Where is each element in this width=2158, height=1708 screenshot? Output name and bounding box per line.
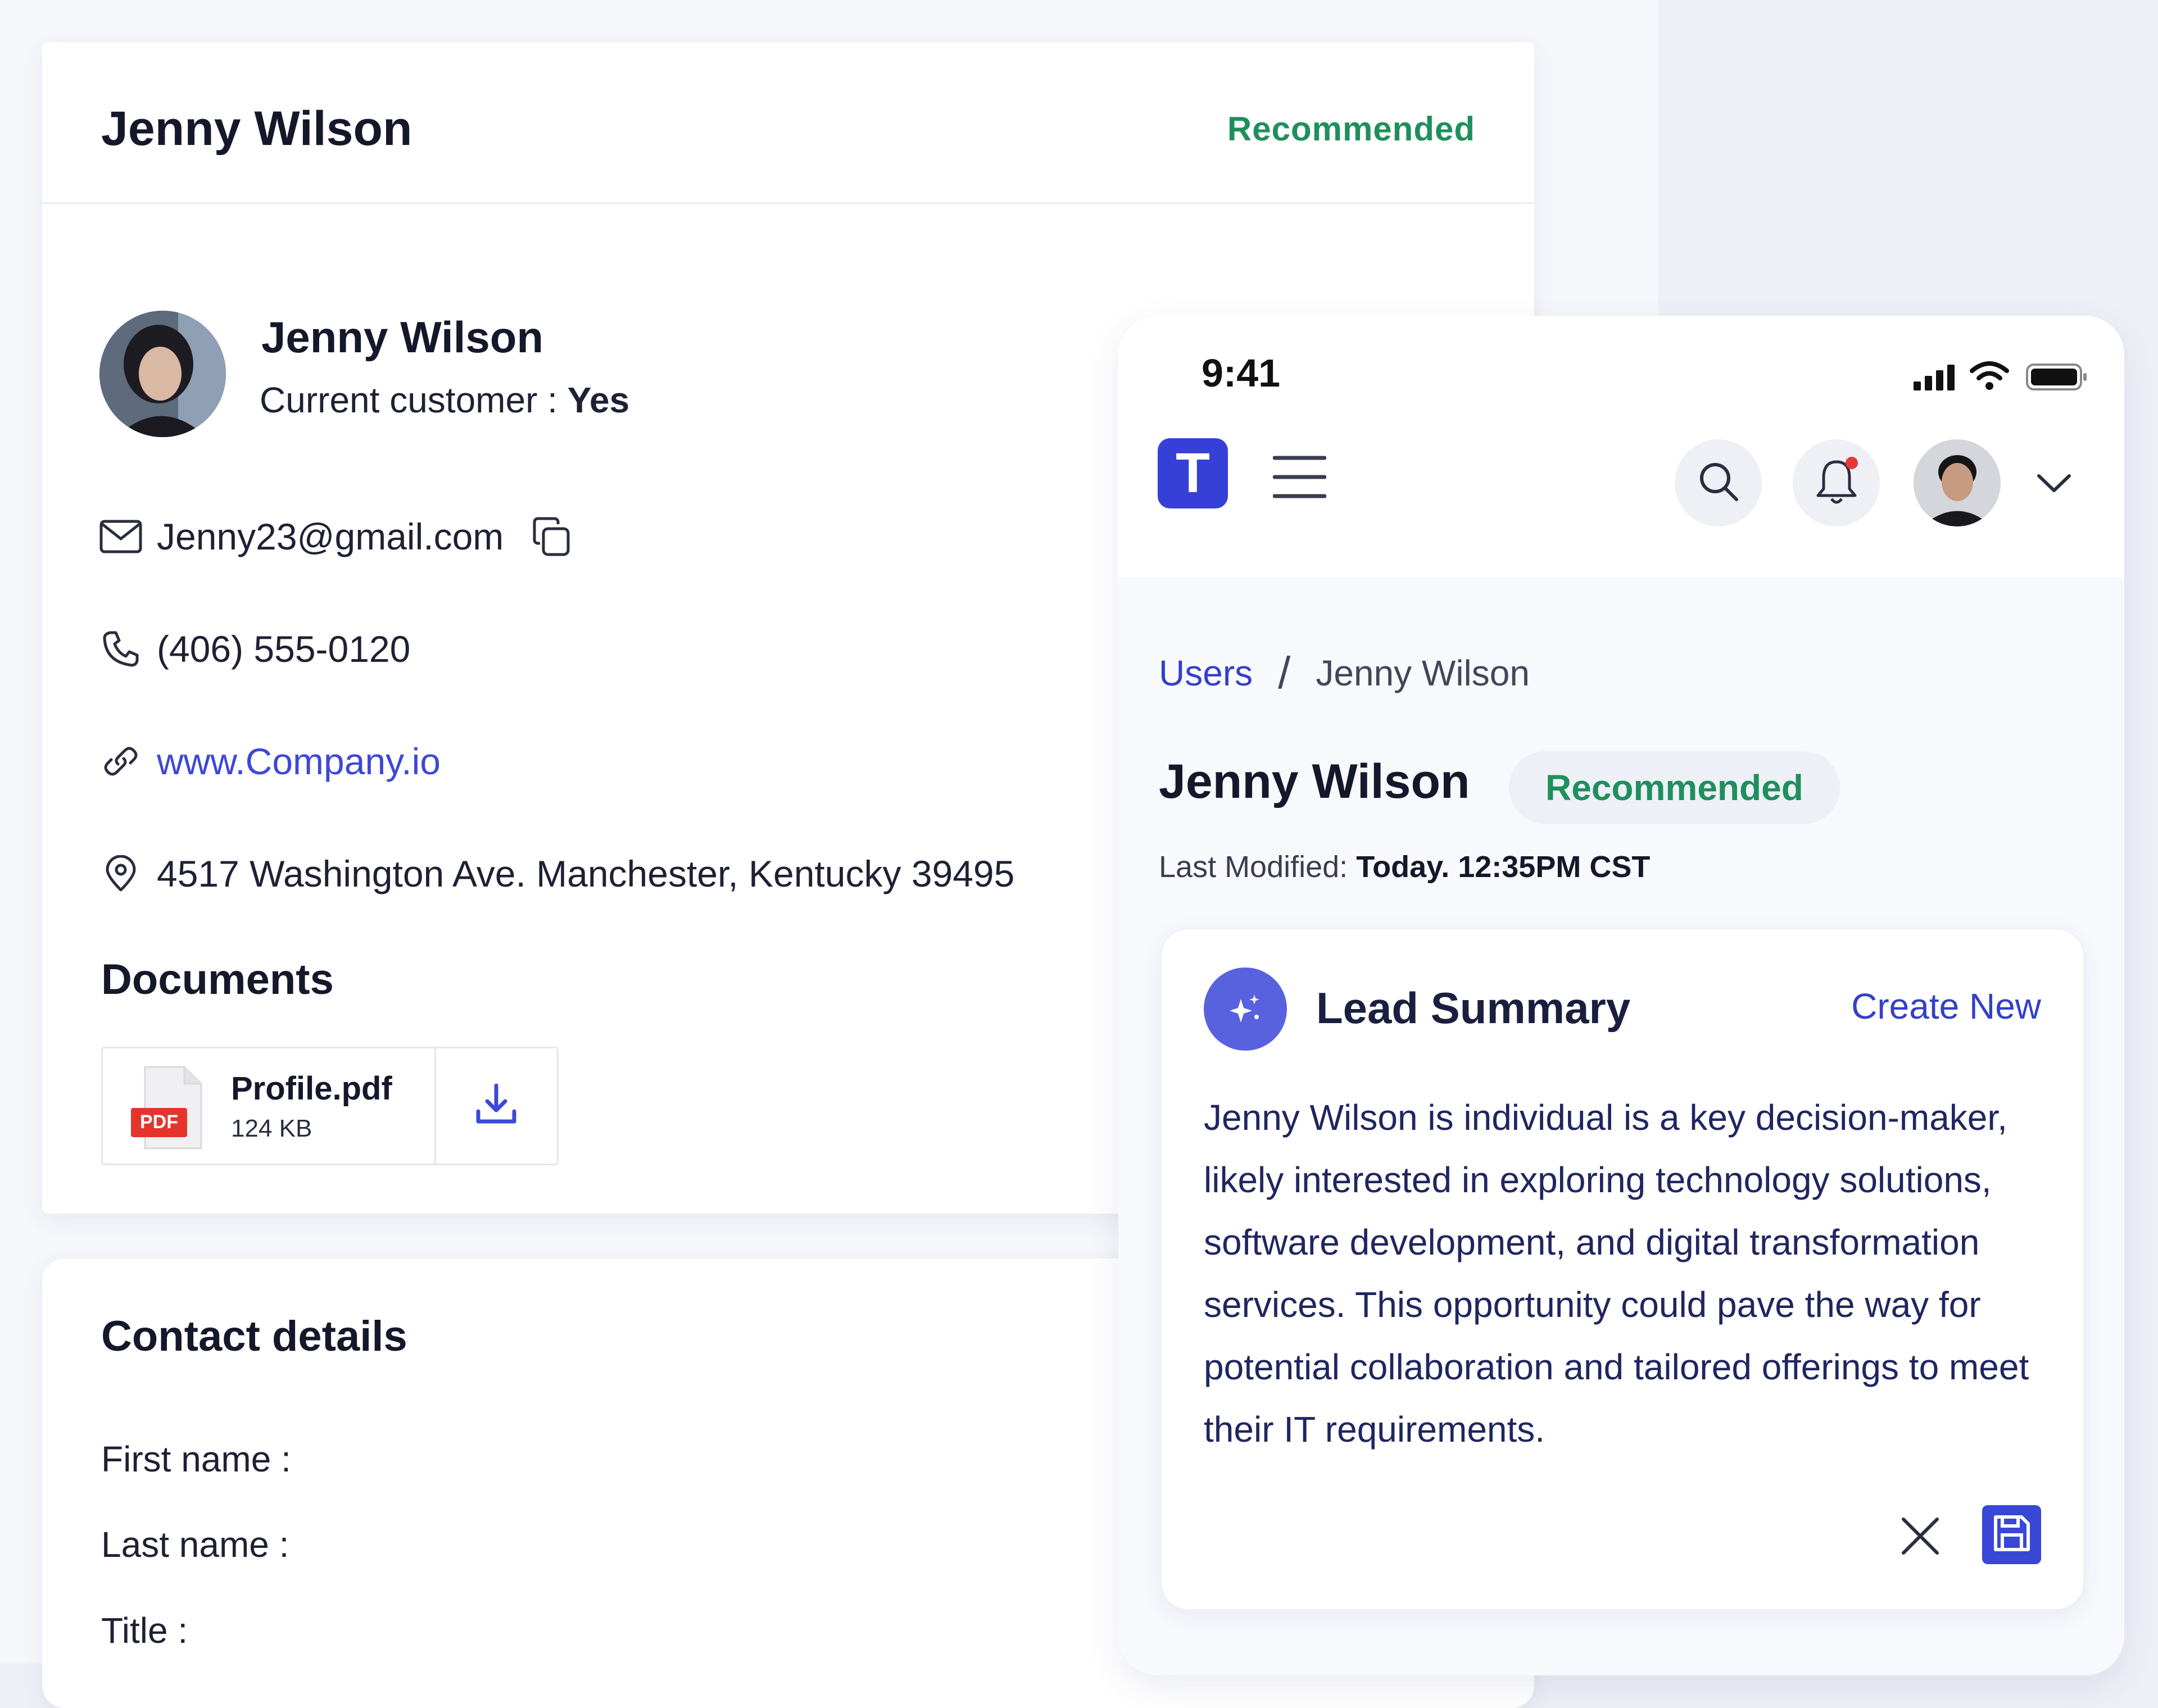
- email-text: Jenny23@gmail.com: [157, 516, 504, 557]
- lead-summary-card: Lead Summary Create New Jenny Wilson is …: [1160, 928, 2084, 1610]
- last-name-label: Last name :: [101, 1524, 289, 1565]
- status-badge: Recommended: [1509, 751, 1840, 824]
- create-new-link[interactable]: Create New: [1851, 985, 2041, 1027]
- document-size: 124 KB: [231, 1115, 312, 1142]
- profile-name: Jenny Wilson: [261, 312, 544, 362]
- wifi-icon: [1970, 361, 2009, 394]
- lead-summary-text: Jenny Wilson is individual is a key deci…: [1204, 1097, 2029, 1450]
- first-name-label: First name :: [101, 1439, 291, 1479]
- address-row: 4517 Washington Ave. Manchester, Kentuck…: [98, 851, 1014, 896]
- title-label: Title :: [101, 1610, 188, 1651]
- breadcrumb-users-link[interactable]: Users: [1159, 652, 1253, 694]
- notifications-button[interactable]: [1793, 439, 1880, 526]
- customer-status: Current customer : Yes: [260, 379, 629, 421]
- address-text: 4517 Washington Ave. Manchester, Kentuck…: [157, 853, 1015, 894]
- battery-icon: [2026, 364, 2088, 394]
- page-title: Jenny Wilson: [1159, 755, 1470, 808]
- signal-icon: [1914, 364, 1958, 394]
- profile-header-name: Jenny Wilson: [101, 102, 412, 156]
- save-icon: [1992, 1514, 2032, 1556]
- contact-details-title: Contact details: [101, 1312, 407, 1360]
- breadcrumb: Users / Jenny Wilson: [1159, 647, 1530, 699]
- customer-value: Yes: [567, 380, 630, 420]
- email-row: Jenny23@gmail.com: [98, 514, 587, 559]
- document-name: Profile.pdf: [231, 1070, 392, 1107]
- phone-row: (406) 555-0120: [98, 626, 410, 671]
- documents-title: Documents: [101, 956, 334, 1003]
- profile-header: Jenny Wilson Recommended: [42, 42, 1534, 204]
- breadcrumb-separator: /: [1278, 648, 1291, 698]
- chevron-down-icon[interactable]: [2034, 470, 2074, 498]
- copy-icon[interactable]: [529, 514, 574, 559]
- lead-summary-title: Lead Summary: [1316, 983, 1631, 1033]
- bell-icon: [1811, 456, 1862, 510]
- sparkle-icon: [1204, 967, 1287, 1051]
- status-bar: 9:41: [1118, 316, 2124, 423]
- mobile-screen: 9:41 T Users / Jenny Wilson Jenny Wilson…: [1118, 316, 2124, 1675]
- app-bar: T: [1118, 423, 2124, 577]
- avatar: [99, 311, 226, 437]
- location-pin-icon: [98, 851, 143, 896]
- status-time: 9:41: [1202, 351, 1281, 395]
- document-divider: [434, 1048, 436, 1164]
- phone-text: (406) 555-0120: [157, 628, 411, 670]
- pdf-file-icon: PDF: [128, 1064, 207, 1154]
- app-logo[interactable]: T: [1158, 438, 1228, 508]
- last-modified-value: Today. 12:35PM CST: [1356, 850, 1651, 884]
- last-modified-label: Last Modified:: [1159, 850, 1348, 884]
- last-modified: Last Modified: Today. 12:35PM CST: [1159, 850, 1650, 884]
- pdf-badge-text: PDF: [140, 1111, 178, 1133]
- save-button[interactable]: [1982, 1505, 2041, 1564]
- document-item[interactable]: PDF Profile.pdf 124 KB: [101, 1047, 559, 1165]
- close-icon[interactable]: [1898, 1514, 1943, 1559]
- download-icon[interactable]: [474, 1082, 519, 1130]
- menu-icon[interactable]: [1272, 453, 1327, 504]
- breadcrumb-current: Jenny Wilson: [1316, 653, 1530, 693]
- website-link[interactable]: www.Company.io: [157, 740, 441, 783]
- search-icon: [1696, 459, 1741, 507]
- link-icon: [98, 739, 143, 784]
- recommended-badge: Recommended: [1227, 110, 1475, 148]
- mail-icon: [98, 514, 143, 559]
- search-button[interactable]: [1675, 439, 1762, 526]
- user-avatar[interactable]: [1914, 439, 2001, 526]
- customer-label: Current customer :: [260, 380, 557, 420]
- website-row: www.Company.io: [98, 739, 441, 784]
- phone-icon: [98, 626, 143, 671]
